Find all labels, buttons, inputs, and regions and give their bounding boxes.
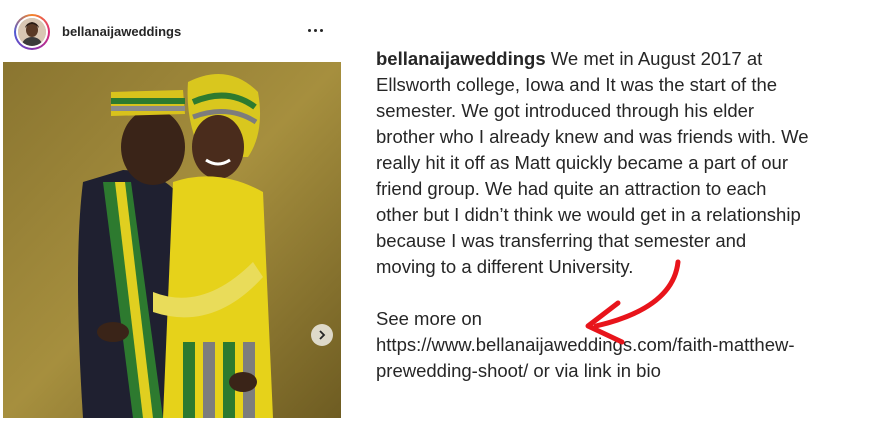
chevron-right-icon	[319, 330, 326, 340]
avatar[interactable]	[14, 14, 50, 50]
red-arrow-icon	[585, 259, 681, 345]
caption-link-continued[interactable]: prewedding-shoot/ or via link in bio	[376, 358, 846, 384]
more-options-icon[interactable]	[303, 20, 327, 40]
caption-line-1: bellanaijaweddings We met in August 2017…	[376, 48, 763, 69]
caption-line-5: really hit it off as Matt quickly became…	[376, 152, 788, 173]
caption-line-8: because I was transferring that semester…	[376, 230, 747, 251]
post-header: bellanaijaweddings	[0, 0, 345, 62]
post-photo[interactable]	[3, 62, 341, 418]
caption-username[interactable]: bellanaijaweddings	[376, 48, 546, 69]
caption-line-2: Ellsworth college, Iowa and It was the s…	[376, 74, 778, 95]
header-username[interactable]: bellanaijaweddings	[62, 24, 181, 39]
caption-line-4: brother who I already knew and was frien…	[376, 126, 809, 147]
next-photo-button[interactable]	[311, 324, 333, 346]
caption-line-7: other but I didn’t think we would get in…	[376, 204, 801, 225]
couple-illustration	[3, 62, 341, 418]
caption-line-6: friend group. We had quite an attraction…	[376, 178, 767, 199]
caption-line-3: semester. We got introduced through his …	[376, 100, 755, 121]
avatar-image	[18, 18, 46, 46]
